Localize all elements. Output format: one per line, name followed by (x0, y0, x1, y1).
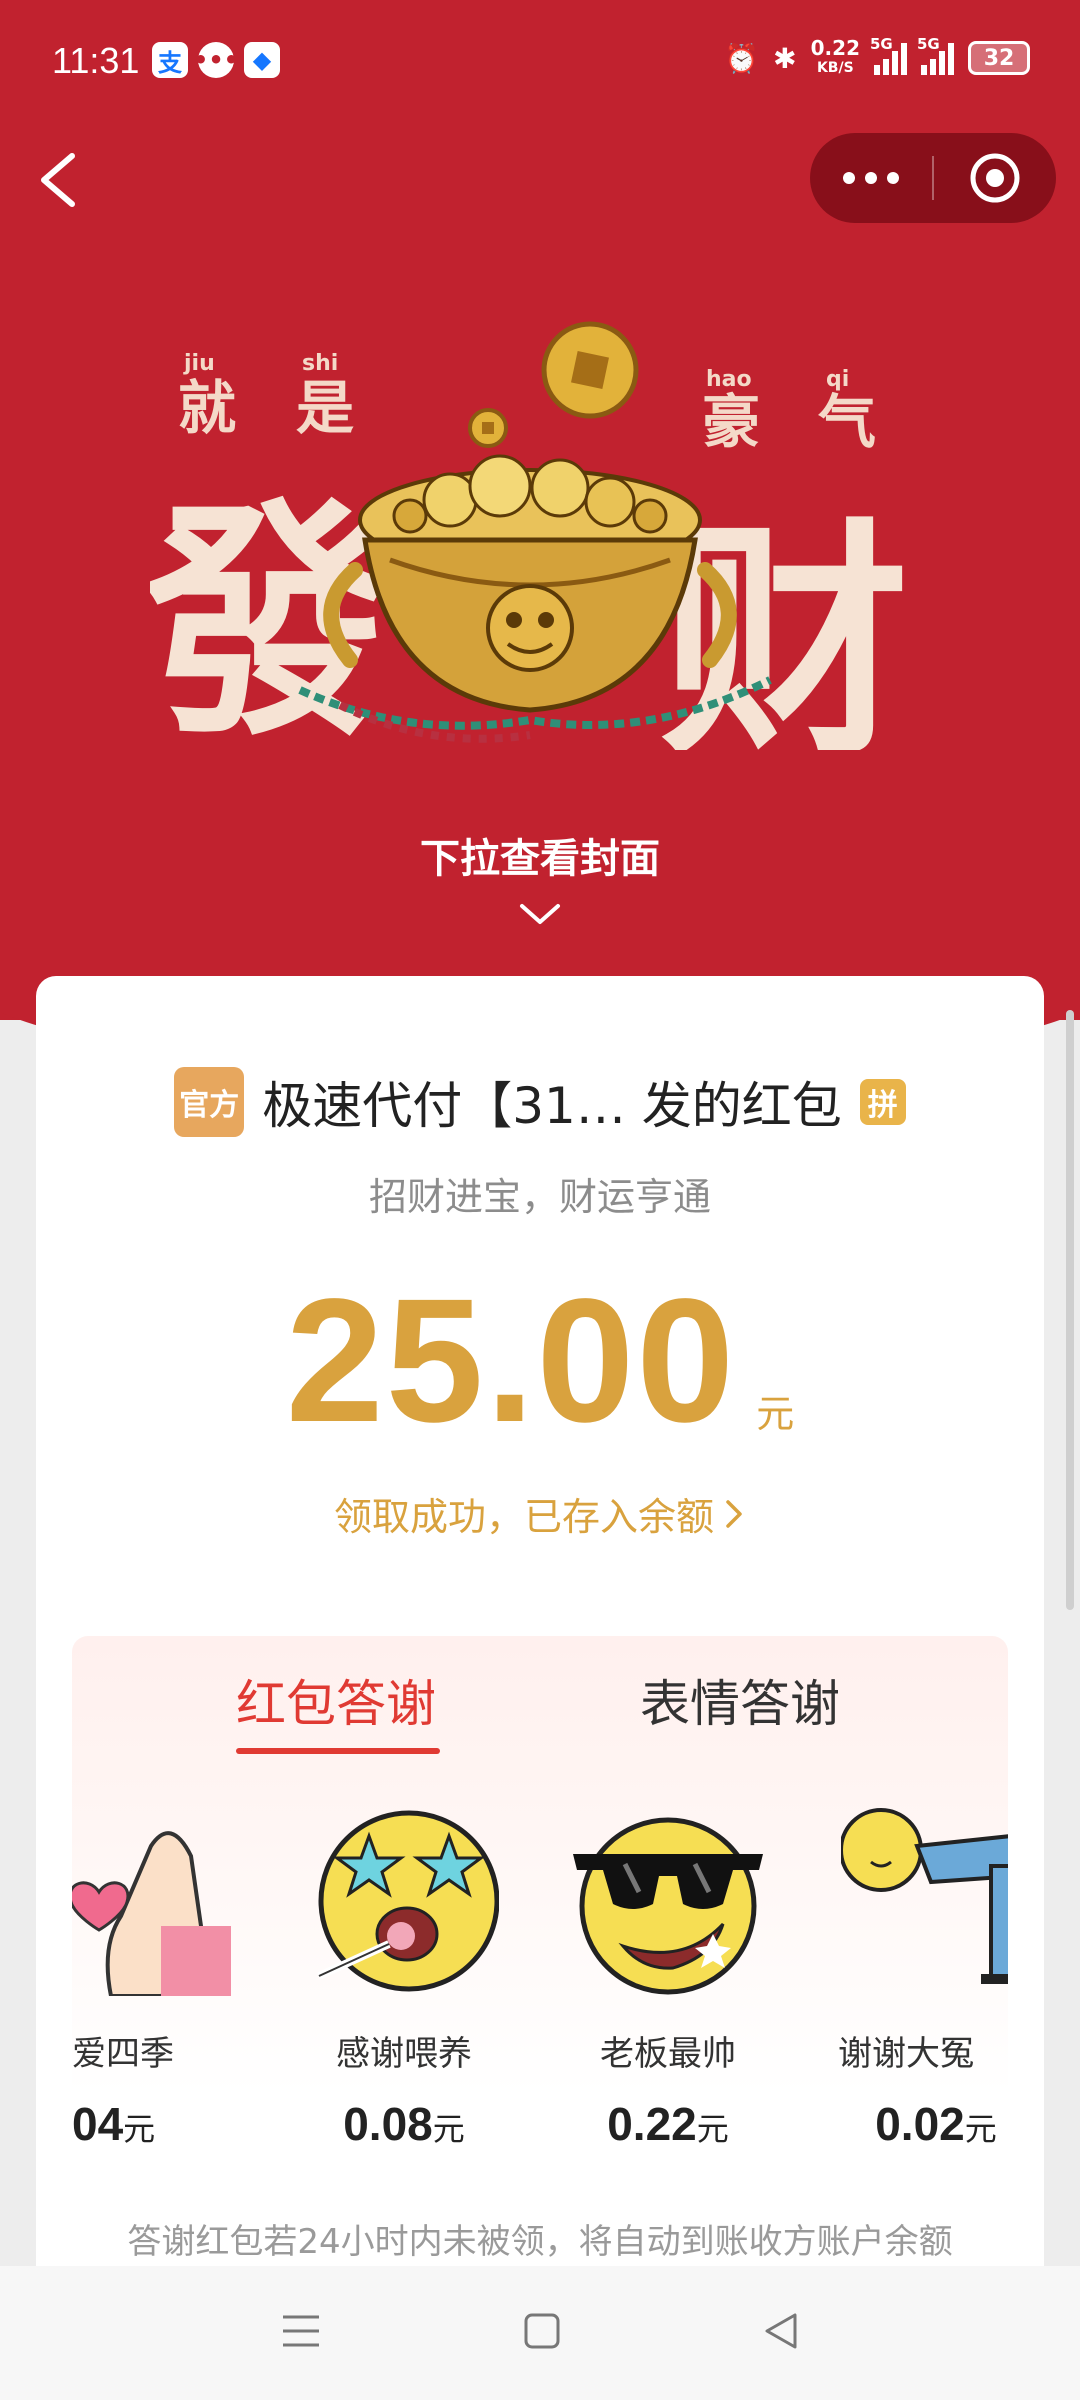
received-amount: 25.00 (285, 1263, 737, 1459)
sticker-name: 谢谢大冤 (838, 2034, 974, 2074)
tab-red-packet-thanks[interactable]: 红包答谢 (236, 1664, 436, 1736)
home-square-icon (524, 2313, 560, 2349)
bluetooth-icon: ✱ (773, 41, 797, 75)
back-triangle-icon (765, 2313, 797, 2349)
cover-small-char: 豪 (702, 388, 760, 456)
sticker-price: 0.22元 (607, 2098, 729, 2150)
sticker-item[interactable]: 感谢喂养 0.08元 (284, 1806, 524, 2151)
cover-small-char: 就 (178, 374, 236, 442)
amount-unit: 元 (756, 1392, 795, 1436)
chevron-right-icon (726, 1499, 742, 1528)
target-icon (970, 153, 1020, 203)
sticker-price: 0.08元 (343, 2098, 465, 2150)
battery-icon: 32 (968, 41, 1030, 75)
red-packet-cover-art: jiu shi hao qi 就 是 豪 气 發 财 (141, 310, 910, 789)
alarm-icon: ⏰ (724, 41, 760, 75)
blessing-text: 招财进宝，财运亨通 (368, 1175, 711, 1219)
sunglasses-sticker (573, 1806, 763, 1996)
close-mini-program-button[interactable] (934, 150, 1056, 206)
sticker-name: 爱四季 (72, 2034, 174, 2074)
success-text: 领取成功，已存入余额 (333, 1495, 714, 1539)
status-indicators: ⏰ ✱ 0.22 KB/S 5G 5G 32 (724, 35, 1030, 78)
signal-icon: 5G (917, 35, 954, 75)
scrollbar[interactable] (1066, 1010, 1074, 1610)
signal-icon: 5G (870, 35, 907, 75)
sticker-item[interactable]: 爱四季 04元 (72, 1806, 256, 2151)
official-avatar: 官方 (174, 1067, 245, 1137)
chevron-down-icon (516, 900, 564, 934)
red-packet-detail-card: 官方 极速代付【31… 发的红包 拼 招财进宝，财运亨通 25.00 元 领取成… (36, 976, 1044, 2400)
chevron-left-icon (41, 153, 75, 207)
system-back-button[interactable] (761, 2311, 801, 2355)
alipay-icon: 支 (152, 42, 188, 78)
bowing-sticker (839, 1806, 1008, 1996)
home-button[interactable] (522, 2311, 562, 2355)
active-tab-indicator (236, 1748, 440, 1754)
group-packet-badge: 拼 (859, 1079, 906, 1125)
heart-hand-sticker (72, 1806, 231, 1998)
more-options-button[interactable] (810, 172, 932, 184)
thanks-tabs: 红包答谢 表情答谢 (72, 1636, 1008, 1766)
sender-row: 官方 极速代付【31… 发的红包 拼 (36, 1066, 1044, 1138)
tab-sticker-thanks[interactable]: 表情答谢 (640, 1664, 840, 1736)
network-speed: 0.22 KB/S (810, 36, 860, 76)
menu-button[interactable] (279, 2311, 323, 2355)
amount-row: 25.00 元 (36, 1263, 1044, 1459)
cover-pinyin: jiu (183, 351, 215, 376)
star-eyes-lollipop-sticker (309, 1806, 500, 1996)
balance-link[interactable]: 领取成功，已存入余额 (36, 1486, 1044, 1541)
sticker-price: 0.02元 (875, 2098, 997, 2150)
cover-small-char: 气 (818, 388, 876, 456)
sticker-name: 感谢喂养 (336, 2034, 472, 2074)
message-icon: ••• (193, 42, 239, 78)
sticker-name: 老板最帅 (600, 2034, 736, 2074)
menu-icon (283, 2315, 320, 2347)
status-app-icons: 支 ••• ◆ (152, 42, 280, 78)
status-bar: 11:31 支 ••• ◆ ⏰ ✱ 0.22 KB/S 5G 5G 32 (0, 0, 1080, 120)
sticker-price: 04元 (72, 2098, 156, 2150)
sticker-item[interactable]: 老板最帅 0.22元 (548, 1806, 788, 2151)
gold-coin-icon (468, 321, 639, 448)
sticker-item[interactable]: 谢谢大冤 0.02元 (816, 1806, 1008, 2151)
back-button[interactable] (30, 140, 90, 220)
sender-name: 极速代付【31… 发的红包 (262, 1077, 842, 1135)
bank-app-icon: ◆ (244, 42, 280, 78)
status-time: 11:31 (52, 40, 140, 81)
more-dots-icon (843, 172, 855, 184)
cover-pinyin: shi (302, 351, 338, 376)
pull-down-hint: 下拉查看封面 (420, 836, 660, 882)
mini-program-capsule (810, 133, 1056, 223)
thanks-note: 答谢红包若24小时内未被领，将自动到账收方账户余额 (127, 2222, 953, 2262)
system-nav-bar (0, 2266, 1080, 2400)
sticker-list: 爱四季 04元 感谢喂养 0.08元 老板最帅 0.22元 谢谢大冤 0.02元 (72, 1806, 1008, 2206)
cover-small-char: 是 (296, 374, 354, 442)
